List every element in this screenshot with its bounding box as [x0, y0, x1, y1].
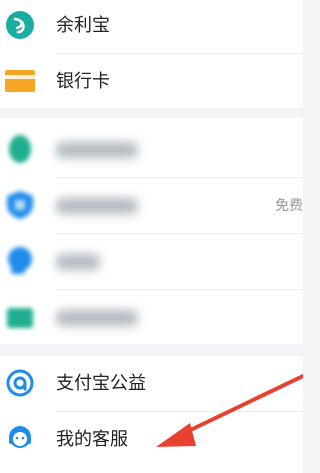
- blurred-label: [56, 142, 138, 158]
- menu-item-blurred-4[interactable]: [0, 290, 303, 346]
- menu-item-yulibao[interactable]: 余利宝: [0, 0, 303, 54]
- blurred-label: [56, 254, 100, 270]
- customer-service-icon: [5, 424, 35, 454]
- menu-item-charity[interactable]: 支付宝公益: [0, 356, 303, 412]
- menu-item-label: 银行卡: [56, 71, 110, 92]
- menu-item-blurred-1[interactable]: [0, 122, 303, 178]
- blurred-label: [56, 310, 138, 326]
- menu-item-bank-card[interactable]: 银行卡: [0, 54, 303, 110]
- free-tag: 免费: [275, 198, 303, 214]
- menu-group-assets: 余利宝 银行卡: [0, 0, 303, 108]
- charity-icon: [5, 368, 35, 398]
- blurred-shield-icon: [5, 190, 35, 220]
- blurred-teal-icon: [5, 302, 35, 332]
- yulibao-icon: [5, 10, 35, 40]
- menu-item-label: 余利宝: [56, 15, 110, 36]
- bank-card-icon: [5, 66, 35, 96]
- menu-group-more: 支付宝公益 我的客服: [0, 356, 303, 473]
- blurred-blue-icon: [5, 246, 35, 276]
- menu-item-blurred-3[interactable]: [0, 234, 303, 290]
- menu-item-blurred-2[interactable]: 免费: [0, 178, 303, 234]
- menu-group-services: 免费: [0, 118, 303, 344]
- blurred-green-icon: [5, 134, 35, 164]
- menu-item-label: 支付宝公益: [56, 373, 146, 394]
- blurred-label: [56, 198, 138, 214]
- menu-item-customer-service[interactable]: 我的客服: [0, 412, 303, 468]
- menu-item-label: 我的客服: [56, 429, 128, 450]
